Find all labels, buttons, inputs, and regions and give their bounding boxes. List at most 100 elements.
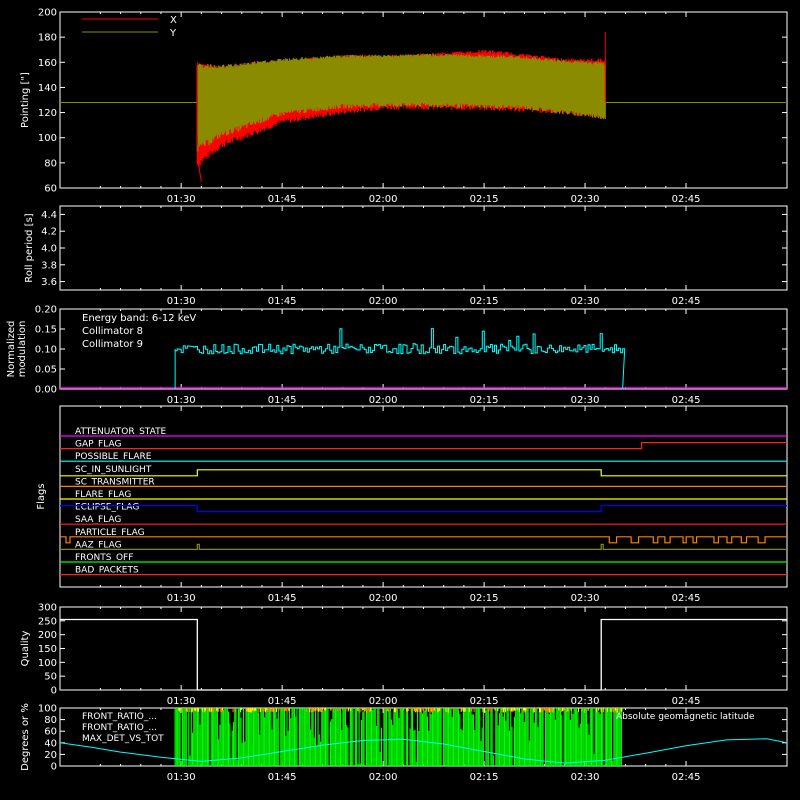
front-ratio-legend-label-1: FRONT_RATIO_...	[82, 723, 157, 733]
flags-xtick-label: 02:00	[369, 593, 398, 604]
flags-panel: 01:30 01:45 02:00 02:15 02:30 02:45FlagsATTEN…	[36, 405, 788, 604]
front_ratio-ylabel: Degrees or %	[20, 703, 31, 771]
quality-ytick-label: 200	[38, 630, 57, 641]
pointing-xtick-label: 01:30	[167, 194, 196, 205]
modulation-legend-title: Energy band: 6-12 keV	[82, 313, 196, 324]
roll-xtick-label: 02:45	[672, 296, 701, 307]
modulation-ylabel-line1: Normalized	[6, 321, 17, 378]
modulation-xtick-label: 02:00	[369, 395, 398, 406]
modulation-xtick-label: 01:45	[268, 395, 297, 406]
quality-xtick-label: 02:30	[571, 696, 600, 707]
front_ratio-xtick-label: 02:00	[369, 772, 398, 783]
flag-trace-aaz-flag	[60, 543, 787, 550]
flags-xtick-label: 02:15	[470, 593, 499, 604]
pointing-legend-label-x: X	[170, 15, 177, 26]
flag-trace-gap-flag	[60, 442, 787, 450]
quality-xtick-label: 01:45	[268, 696, 297, 707]
flag-trace-particle-flag	[60, 536, 787, 544]
front_ratio-ytick-label: 40	[44, 738, 57, 749]
flag-label-sc-in-sunlight: SC_IN_SUNLIGHT	[75, 465, 152, 475]
pointing-ytick-label: 120	[38, 108, 57, 119]
front_ratio-ytick-label: 20	[44, 750, 57, 761]
roll-xtick-label: 02:15	[470, 296, 499, 307]
pointing-xtick-label: 02:30	[571, 194, 600, 205]
pointing-ytick-label: 60	[44, 184, 57, 195]
front_ratio-xtick-label: 01:30	[167, 772, 196, 783]
modulation-ytick-label: 0.10	[35, 345, 57, 356]
flag-trace-sc-in-sunlight	[60, 469, 787, 477]
pointing-series-y	[196, 53, 606, 152]
quality-xtick-label: 02:45	[672, 696, 701, 707]
pointing-ytick-label: 160	[38, 58, 57, 69]
quality-ytick-label: 50	[44, 672, 57, 683]
pointing-legend-label-y: Y	[169, 28, 177, 39]
pointing-ytick-label: 80	[44, 158, 57, 169]
front-ratio-right-legend-label: Absolute geomagnetic latitude	[616, 712, 755, 722]
quality-ytick-label: 300	[38, 603, 57, 614]
quality-xtick-label: 02:00	[369, 696, 398, 707]
modulation-ylabel-line2: modulation	[17, 321, 28, 378]
quality-xtick-label: 02:15	[470, 696, 499, 707]
front-ratio-bars	[174, 708, 623, 766]
quality-ytick-label: 100	[38, 658, 57, 669]
quality-ylabel: Quality	[20, 631, 31, 667]
quality-xtick-label: 01:30	[167, 696, 196, 707]
pointing-ylabel: Pointing ["]	[20, 72, 31, 128]
front_ratio-ytick-label: 60	[44, 727, 57, 738]
roll-ytick-label: 4.2	[41, 227, 57, 238]
quality-series	[60, 618, 787, 691]
roll-panel: 01:30 01:45 02:00 02:15 02:30 02:45 3.6 3.8 4.0 4…	[24, 205, 788, 307]
roll-ytick-label: 4.4	[41, 210, 57, 221]
front_ratio-xtick-label: 02:30	[571, 772, 600, 783]
modulation-xtick-label: 02:45	[672, 395, 701, 406]
modulation-ytick-label: 0.20	[35, 305, 57, 316]
modulation-legend-label-9: Collimator 9	[82, 339, 143, 350]
quality-panel: 01:30 01:45 02:00 02:15 02:30 02:45 0 50 100 150 2…	[20, 603, 788, 707]
pointing-ytick-label: 100	[38, 133, 57, 144]
modulation-xtick-label: 02:15	[470, 395, 499, 406]
flags-ylabel: Flags	[36, 483, 47, 509]
front-ratio-legend-label-2: MAX_DET_VS_TOT	[82, 734, 164, 744]
roll-xtick-label: 02:30	[571, 296, 600, 307]
modulation-ytick-label: 0.00	[35, 385, 57, 396]
roll-frame	[59, 205, 788, 291]
roll-xtick-label: 01:45	[268, 296, 297, 307]
roll-xtick-label: 01:30	[167, 296, 196, 307]
modulation-series-collimator-8	[174, 328, 626, 390]
quality-ytick-label: 250	[38, 616, 57, 627]
roll-ylabel: Roll period [s]	[24, 213, 35, 282]
quality-ytick-label: 150	[38, 644, 57, 655]
flags-xtick-label: 01:45	[268, 593, 297, 604]
pointing-ytick-label: 140	[38, 83, 57, 94]
modulation-xtick-label: 02:30	[571, 395, 600, 406]
roll-xtick-label: 02:00	[369, 296, 398, 307]
modulation-xtick-label: 01:30	[167, 395, 196, 406]
front_ratio-xtick-label: 01:45	[268, 772, 297, 783]
front-ratio-legend-label-0: FRONT_RATIO_...	[82, 712, 157, 722]
pointing-xtick-label: 02:45	[672, 194, 701, 205]
pointing-xtick-label: 02:00	[369, 194, 398, 205]
quality-ytick-label: 0	[51, 686, 57, 697]
flag-label-eclipse-flag: ECLIPSE_FLAG	[75, 503, 139, 513]
pointing-ytick-label: 200	[38, 8, 57, 19]
roll-ytick-label: 4.0	[41, 244, 57, 255]
front_ratio-ytick-label: 80	[44, 715, 57, 726]
roll-ytick-label: 3.8	[41, 260, 57, 271]
front_ratio-xtick-label: 02:15	[470, 772, 499, 783]
front_ratio-ytick-label: 100	[38, 704, 57, 715]
modulation-legend-label-8: Collimator 8	[82, 326, 143, 337]
front_ratio-ytick-label: 0	[51, 762, 57, 773]
modulation-panel: 01:30 01:45 02:00 02:15 02:30 02:45 0.00 0.05 0.…	[6, 305, 788, 406]
flag-trace-eclipse-flag	[60, 505, 787, 513]
pointing-ytick-label: 180	[38, 33, 57, 44]
modulation-ytick-label: 0.15	[35, 325, 57, 336]
flags-xtick-label: 01:30	[167, 593, 196, 604]
pointing-xtick-label: 02:15	[470, 194, 499, 205]
pointing-panel: 01:30 01:45 02:00 02:15 02:30 02:45 60 80 100 120…	[20, 8, 788, 205]
front_ratio-xtick-label: 02:45	[672, 772, 701, 783]
pointing-xtick-label: 01:45	[268, 194, 297, 205]
front_ratio-panel: 01:30 01:45 02:00 02:15 02:30 02:45 0204060801…	[20, 703, 788, 783]
roll-ytick-label: 3.6	[41, 277, 57, 288]
figure: 01:30 01:45 02:00 02:15 02:30 02:456080100120…	[6, 8, 788, 783]
flags-frame	[59, 405, 788, 588]
